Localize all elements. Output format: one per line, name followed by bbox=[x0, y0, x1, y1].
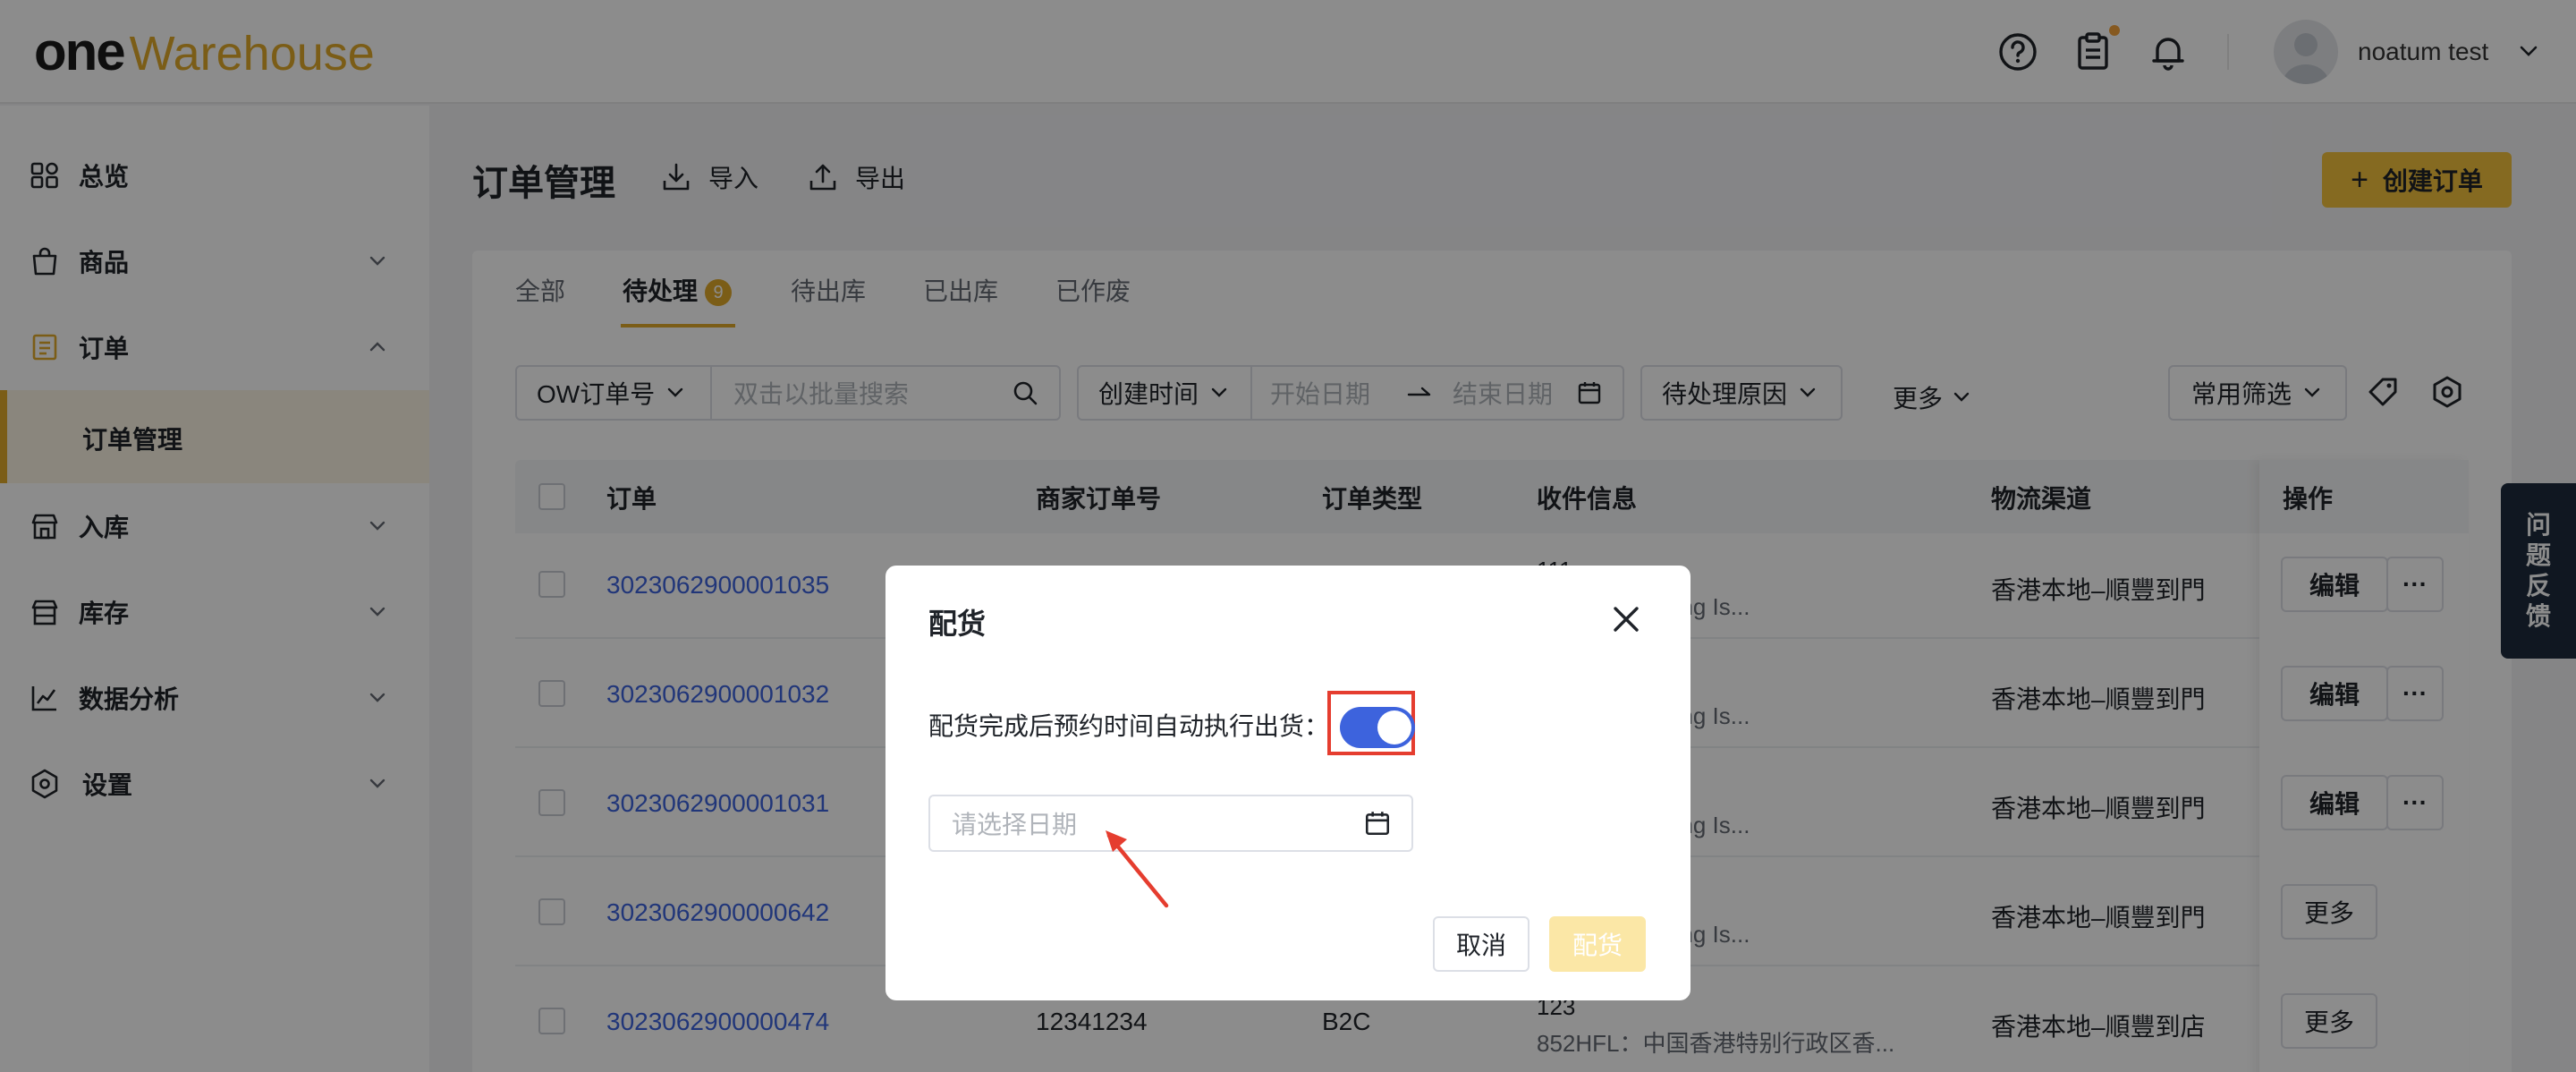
toggle-knob bbox=[1377, 710, 1411, 744]
dialog-title: 配货 bbox=[928, 608, 987, 640]
date-placeholder: 请选择日期 bbox=[952, 811, 1078, 838]
cancel-button[interactable]: 取消 bbox=[1433, 916, 1530, 972]
auto-ship-toggle[interactable] bbox=[1340, 707, 1415, 748]
allocate-button[interactable]: 配货 bbox=[1549, 916, 1646, 972]
close-icon[interactable] bbox=[1608, 601, 1644, 637]
auto-ship-label: 配货完成后预约时间自动执行出货： bbox=[928, 712, 1330, 740]
highlight-box bbox=[1327, 691, 1415, 755]
annotation-arrow-icon bbox=[1106, 830, 1169, 908]
calendar-icon[interactable] bbox=[1363, 809, 1392, 838]
allocation-dialog: 配货 配货完成后预约时间自动执行出货： 请选择日期 取消 配货 bbox=[886, 566, 1690, 1000]
